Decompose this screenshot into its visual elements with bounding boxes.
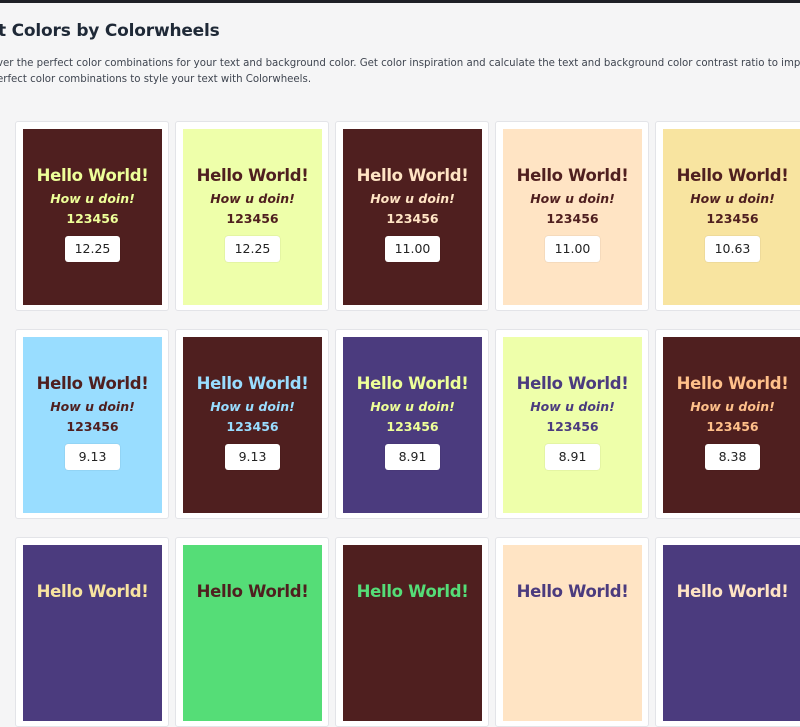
sample-numbers: 123456 [386, 419, 439, 434]
color-swatch: Hello World! How u doin! 123456 9.13 [23, 337, 162, 513]
sample-heading: Hello World! [516, 582, 629, 601]
sample-numbers: 123456 [706, 419, 759, 434]
color-card[interactable]: Hello World! How u doin! 123456 12.25 [15, 121, 169, 311]
color-card[interactable]: Hello World! How u doin! 123456 8.91 [335, 329, 489, 519]
sample-numbers: 123456 [386, 211, 439, 226]
contrast-ratio-badge: 8.91 [545, 444, 600, 470]
sample-italic-text: How u doin! [530, 191, 615, 206]
page-description: ver the perfect color combinations for y… [0, 56, 800, 88]
contrast-ratio-badge: 9.13 [225, 444, 280, 470]
description-line-1: ver the perfect color combinations for y… [0, 58, 800, 69]
color-card[interactable]: Hello World! How u doin! 123456 11.00 [335, 121, 489, 311]
color-swatch: Hello World! How u doin! 123456 11.00 [503, 129, 642, 305]
color-card[interactable]: Hello World! [175, 537, 329, 727]
top-bar [0, 0, 800, 3]
sample-italic-text: How u doin! [370, 399, 455, 414]
sample-heading: Hello World! [36, 166, 149, 185]
sample-numbers: 123456 [66, 419, 119, 434]
sample-heading: Hello World! [516, 166, 629, 185]
sample-italic-text: How u doin! [370, 191, 455, 206]
color-swatch: Hello World! How u doin! 123456 10.63 [663, 129, 800, 305]
sample-heading: Hello World! [36, 582, 149, 601]
color-swatch: Hello World! How u doin! 123456 8.91 [343, 337, 482, 513]
color-card[interactable]: Hello World! How u doin! 123456 10.63 [655, 121, 800, 311]
contrast-ratio-badge: 12.25 [225, 236, 280, 262]
description-line-2: erfect color combinations to style your … [0, 74, 312, 85]
color-swatch: Hello World! How u doin! 123456 11.00 [343, 129, 482, 305]
contrast-ratio-badge: 8.91 [385, 444, 440, 470]
contrast-ratio-badge: 11.00 [545, 236, 600, 262]
color-swatch: Hello World! How u doin! 123456 12.25 [183, 129, 322, 305]
color-card[interactable]: Hello World! [15, 537, 169, 727]
sample-numbers: 123456 [66, 211, 119, 226]
sample-numbers: 123456 [546, 211, 599, 226]
sample-heading: Hello World! [676, 582, 789, 601]
sample-heading: Hello World! [356, 374, 469, 393]
sample-heading: Hello World! [676, 166, 789, 185]
color-swatch: Hello World! [503, 545, 642, 721]
sample-italic-text: How u doin! [690, 399, 775, 414]
sample-heading: Hello World! [356, 166, 469, 185]
sample-numbers: 123456 [706, 211, 759, 226]
color-card[interactable]: Hello World! How u doin! 123456 9.13 [15, 329, 169, 519]
color-card[interactable]: Hello World! How u doin! 123456 12.25 [175, 121, 329, 311]
contrast-ratio-badge: 10.63 [705, 236, 760, 262]
sample-heading: Hello World! [196, 374, 309, 393]
color-card[interactable]: Hello World! How u doin! 123456 8.91 [495, 329, 649, 519]
sample-italic-text: How u doin! [210, 191, 295, 206]
sample-heading: Hello World! [676, 374, 789, 393]
color-swatch: Hello World! How u doin! 123456 8.91 [503, 337, 642, 513]
contrast-ratio-badge: 11.00 [385, 236, 440, 262]
sample-numbers: 123456 [546, 419, 599, 434]
sample-heading: Hello World! [196, 582, 309, 601]
color-card[interactable]: Hello World! How u doin! 123456 8.38 [655, 329, 800, 519]
sample-italic-text: How u doin! [530, 399, 615, 414]
color-card[interactable]: Hello World! [495, 537, 649, 727]
contrast-ratio-badge: 9.13 [65, 444, 120, 470]
sample-italic-text: How u doin! [690, 191, 775, 206]
sample-heading: Hello World! [356, 582, 469, 601]
contrast-ratio-badge: 12.25 [65, 236, 120, 262]
color-swatch: Hello World! How u doin! 123456 12.25 [23, 129, 162, 305]
sample-heading: Hello World! [36, 374, 149, 393]
sample-numbers: 123456 [226, 211, 279, 226]
color-swatch: Hello World! [343, 545, 482, 721]
color-swatch: Hello World! How u doin! 123456 9.13 [183, 337, 322, 513]
sample-italic-text: How u doin! [50, 191, 135, 206]
page-title: t Colors by Colorwheels [0, 21, 220, 41]
sample-italic-text: How u doin! [210, 399, 295, 414]
color-swatch: Hello World! [183, 545, 322, 721]
color-card[interactable]: Hello World! [335, 537, 489, 727]
color-swatch: Hello World! [663, 545, 800, 721]
color-card[interactable]: Hello World! How u doin! 123456 11.00 [495, 121, 649, 311]
sample-numbers: 123456 [226, 419, 279, 434]
color-card[interactable]: Hello World! [655, 537, 800, 727]
color-card[interactable]: Hello World! How u doin! 123456 9.13 [175, 329, 329, 519]
sample-heading: Hello World! [516, 374, 629, 393]
color-swatch: Hello World! [23, 545, 162, 721]
color-swatch: Hello World! How u doin! 123456 8.38 [663, 337, 800, 513]
contrast-ratio-badge: 8.38 [705, 444, 760, 470]
sample-heading: Hello World! [196, 166, 309, 185]
sample-italic-text: How u doin! [50, 399, 135, 414]
